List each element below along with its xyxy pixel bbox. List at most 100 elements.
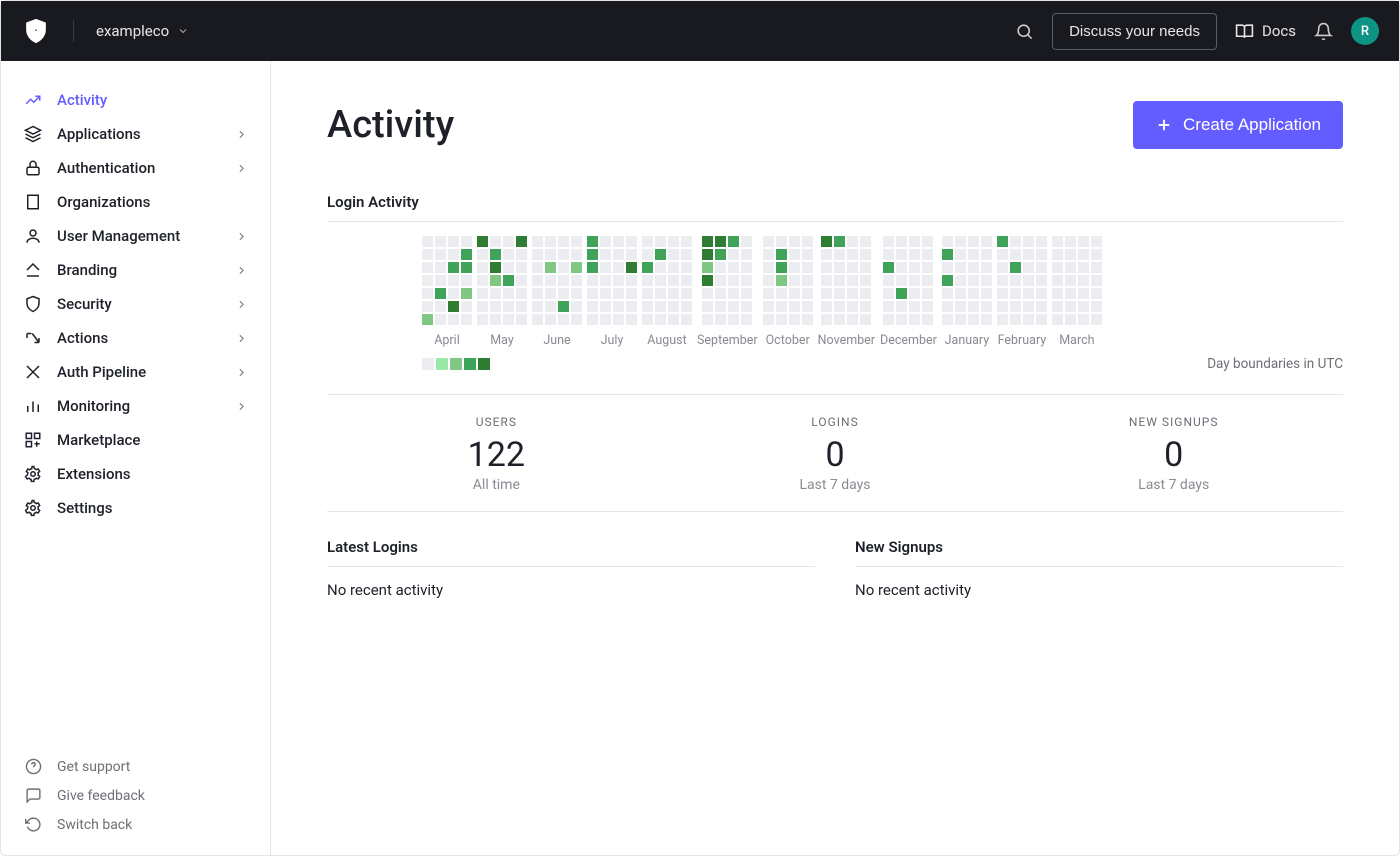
heatmap-cell[interactable] [545, 314, 556, 325]
heatmap-cell[interactable] [1052, 301, 1063, 312]
heatmap-cell[interactable] [516, 314, 527, 325]
heatmap-cell[interactable] [1078, 288, 1089, 299]
heatmap-cell[interactable] [532, 314, 543, 325]
heatmap-cell[interactable] [896, 275, 907, 286]
heatmap-cell[interactable] [741, 301, 752, 312]
heatmap-cell[interactable] [715, 288, 726, 299]
heatmap-cell[interactable] [1010, 262, 1021, 273]
heatmap-cell[interactable] [571, 314, 582, 325]
heatmap-cell[interactable] [516, 301, 527, 312]
heatmap-cell[interactable] [776, 249, 787, 260]
heatmap-cell[interactable] [942, 236, 953, 247]
heatmap-cell[interactable] [968, 288, 979, 299]
heatmap-cell[interactable] [922, 275, 933, 286]
heatmap-cell[interactable] [558, 249, 569, 260]
heatmap-cell[interactable] [642, 236, 653, 247]
heatmap-cell[interactable] [642, 314, 653, 325]
heatmap-cell[interactable] [587, 314, 598, 325]
tenant-switcher[interactable]: exampleco [96, 22, 189, 40]
heatmap-cell[interactable] [626, 236, 637, 247]
heatmap-cell[interactable] [1023, 301, 1034, 312]
heatmap-cell[interactable] [516, 262, 527, 273]
heatmap-cell[interactable] [532, 236, 543, 247]
heatmap-cell[interactable] [1010, 275, 1021, 286]
heatmap-cell[interactable] [802, 249, 813, 260]
sidebar-item-settings[interactable]: Settings [9, 491, 262, 525]
heatmap-cell[interactable] [655, 301, 666, 312]
heatmap-cell[interactable] [642, 301, 653, 312]
heatmap-cell[interactable] [613, 301, 624, 312]
heatmap-cell[interactable] [571, 236, 582, 247]
heatmap-cell[interactable] [702, 314, 713, 325]
heatmap-cell[interactable] [860, 314, 871, 325]
heatmap-cell[interactable] [681, 288, 692, 299]
heatmap-cell[interactable] [1065, 236, 1076, 247]
heatmap-cell[interactable] [600, 262, 611, 273]
heatmap-cell[interactable] [668, 249, 679, 260]
sidebar-item-actions[interactable]: Actions [9, 321, 262, 355]
heatmap-cell[interactable] [997, 288, 1008, 299]
heatmap-cell[interactable] [922, 288, 933, 299]
heatmap-cell[interactable] [883, 236, 894, 247]
heatmap-cell[interactable] [422, 262, 433, 273]
heatmap-cell[interactable] [1078, 314, 1089, 325]
heatmap-cell[interactable] [655, 275, 666, 286]
search-button[interactable] [1015, 22, 1034, 41]
heatmap-cell[interactable] [741, 249, 752, 260]
heatmap-cell[interactable] [448, 301, 459, 312]
heatmap-cell[interactable] [1052, 275, 1063, 286]
heatmap-cell[interactable] [883, 301, 894, 312]
heatmap-cell[interactable] [668, 314, 679, 325]
heatmap-cell[interactable] [896, 262, 907, 273]
heatmap-cell[interactable] [600, 288, 611, 299]
heatmap-cell[interactable] [834, 236, 845, 247]
heatmap-cell[interactable] [655, 314, 666, 325]
heatmap-cell[interactable] [776, 301, 787, 312]
heatmap-cell[interactable] [490, 301, 501, 312]
heatmap-cell[interactable] [860, 275, 871, 286]
heatmap-cell[interactable] [789, 288, 800, 299]
heatmap-cell[interactable] [600, 249, 611, 260]
heatmap-cell[interactable] [477, 275, 488, 286]
heatmap-cell[interactable] [461, 262, 472, 273]
heatmap-cell[interactable] [847, 236, 858, 247]
heatmap-cell[interactable] [847, 249, 858, 260]
heatmap-cell[interactable] [516, 275, 527, 286]
heatmap-cell[interactable] [789, 275, 800, 286]
heatmap-cell[interactable] [802, 275, 813, 286]
heatmap-cell[interactable] [847, 314, 858, 325]
heatmap-cell[interactable] [532, 262, 543, 273]
heatmap-cell[interactable] [558, 288, 569, 299]
heatmap-cell[interactable] [503, 236, 514, 247]
heatmap-cell[interactable] [558, 301, 569, 312]
heatmap-cell[interactable] [1036, 236, 1047, 247]
heatmap-cell[interactable] [681, 301, 692, 312]
heatmap-cell[interactable] [968, 301, 979, 312]
heatmap-cell[interactable] [909, 275, 920, 286]
heatmap-cell[interactable] [477, 301, 488, 312]
heatmap-cell[interactable] [490, 262, 501, 273]
heatmap-cell[interactable] [448, 288, 459, 299]
heatmap-cell[interactable] [490, 275, 501, 286]
heatmap-cell[interactable] [626, 249, 637, 260]
heatmap-cell[interactable] [909, 314, 920, 325]
heatmap-cell[interactable] [587, 275, 598, 286]
heatmap-cell[interactable] [922, 236, 933, 247]
heatmap-cell[interactable] [789, 262, 800, 273]
heatmap-cell[interactable] [981, 262, 992, 273]
heatmap-cell[interactable] [942, 301, 953, 312]
heatmap-cell[interactable] [587, 262, 598, 273]
heatmap-cell[interactable] [1010, 236, 1021, 247]
heatmap-cell[interactable] [802, 236, 813, 247]
heatmap-cell[interactable] [909, 288, 920, 299]
heatmap-cell[interactable] [558, 236, 569, 247]
heatmap-cell[interactable] [860, 236, 871, 247]
heatmap-cell[interactable] [1091, 249, 1102, 260]
heatmap-cell[interactable] [942, 288, 953, 299]
heatmap-cell[interactable] [477, 249, 488, 260]
heatmap-cell[interactable] [968, 262, 979, 273]
heatmap-cell[interactable] [435, 275, 446, 286]
heatmap-cell[interactable] [477, 236, 488, 247]
avatar[interactable]: R [1351, 17, 1379, 45]
heatmap-cell[interactable] [1036, 275, 1047, 286]
